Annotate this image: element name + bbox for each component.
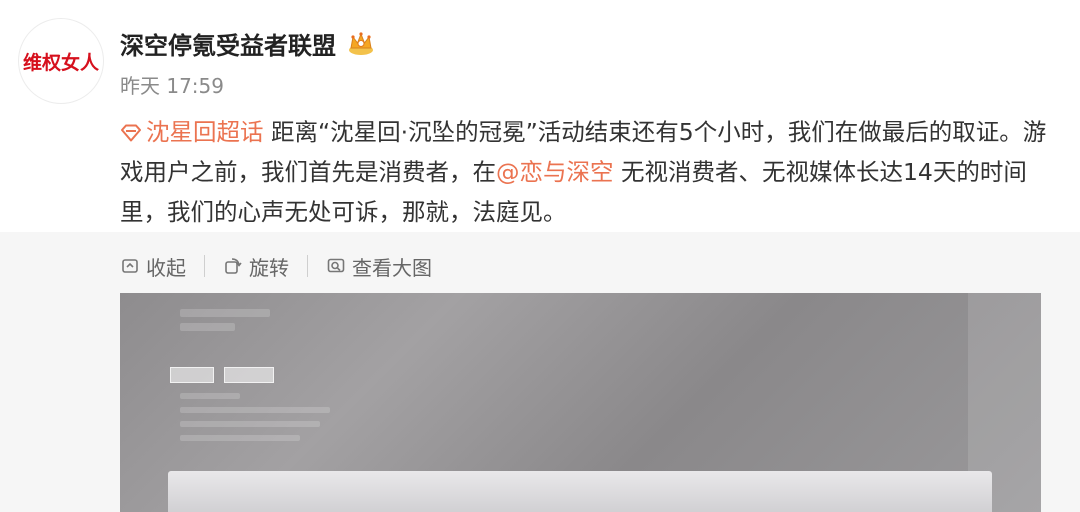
view-large-button[interactable]: 查看大图 — [326, 252, 432, 281]
media-actions-bar: 收起 旋转 查看大图 — [120, 250, 432, 282]
view-large-label[interactable]: 查看大图 — [352, 252, 432, 281]
super-topic-diamond-icon — [121, 124, 141, 142]
username[interactable]: 深空停氪受益者联盟 — [120, 26, 376, 61]
collapse-icon — [122, 259, 138, 273]
collapse-label[interactable]: 收起 — [146, 252, 186, 281]
post-body: 沈星回超话 距离“沈星回·沉坠的冠冕”活动结束还有5个小时，我们在做最后的取证。… — [120, 112, 1050, 232]
image-blurred-text — [180, 309, 270, 317]
crown-badge-icon[interactable] — [346, 31, 376, 57]
super-topic-link[interactable]: 沈星回超话 — [120, 118, 271, 146]
action-divider — [204, 255, 205, 277]
avatar[interactable]: 维权女人 — [18, 18, 104, 104]
collapse-button[interactable]: 收起 — [120, 252, 186, 281]
avatar-text: 维权女人 — [22, 51, 99, 74]
image-blurred-button — [170, 367, 214, 383]
rotate-button[interactable]: 旋转 — [223, 252, 289, 281]
post-timestamp[interactable]: 昨天 17:59 — [120, 70, 224, 99]
image-blurred-text — [180, 393, 240, 399]
image-blurred-text — [180, 407, 330, 413]
action-divider — [307, 255, 308, 277]
mention-link[interactable]: @恋与深空 — [496, 158, 614, 186]
image-blurred-text — [180, 435, 300, 441]
view-large-icon — [327, 258, 345, 273]
image-blurred-text — [180, 421, 320, 427]
image-blurred-text — [180, 323, 235, 331]
image-highlight-band — [168, 471, 992, 512]
post-image[interactable] — [120, 293, 1041, 512]
rotate-icon — [225, 258, 242, 274]
image-blurred-button — [224, 367, 274, 383]
username-text[interactable]: 深空停氪受益者联盟 — [120, 26, 336, 61]
rotate-label[interactable]: 旋转 — [249, 252, 289, 281]
super-topic-label[interactable]: 沈星回超话 — [146, 118, 264, 146]
